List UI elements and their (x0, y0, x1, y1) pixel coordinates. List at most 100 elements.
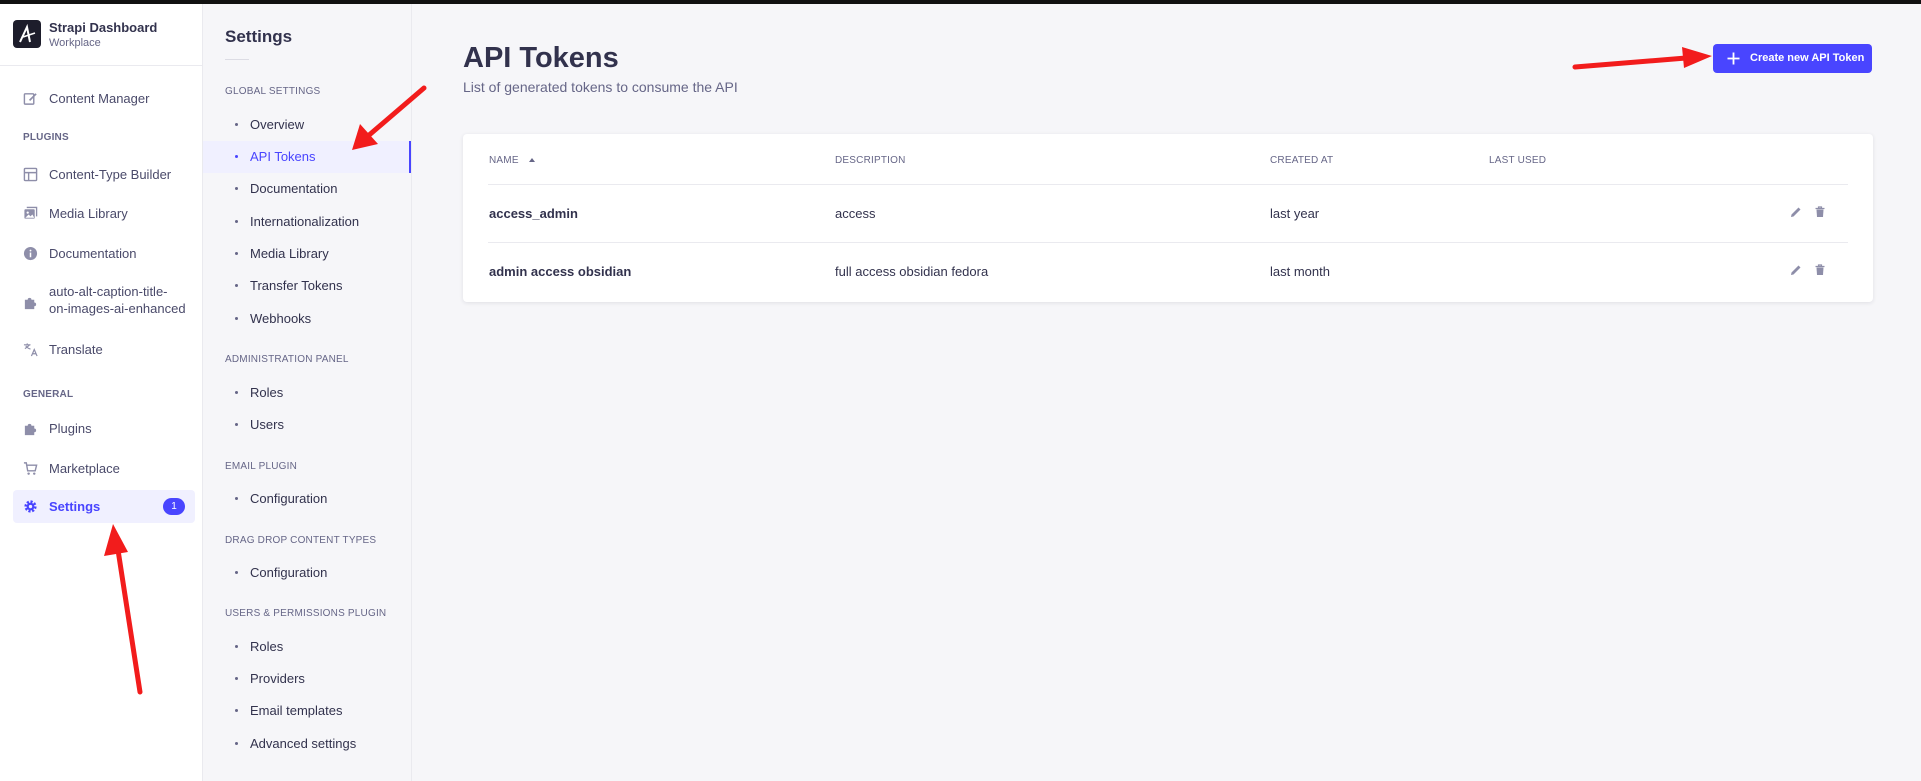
column-header-last-used[interactable]: LAST USED (1489, 155, 1546, 166)
subnav-item-email-templates[interactable]: Email templates (203, 695, 411, 727)
nav-content-manager[interactable]: Content Manager (13, 82, 195, 115)
column-header-name[interactable]: NAME (489, 155, 535, 166)
nav-marketplace[interactable]: Marketplace (13, 452, 195, 485)
subnav-label: Roles (250, 385, 284, 400)
bullet (235, 123, 238, 126)
bullet (235, 252, 238, 255)
nav-translate[interactable]: Translate (13, 333, 195, 366)
table-row[interactable]: access_admin access last year (463, 184, 1873, 242)
token-description: access (835, 206, 876, 221)
section-global-settings: GLOBAL SETTINGS (225, 86, 321, 97)
strapi-logo-icon (13, 20, 41, 48)
delete-trash-icon[interactable] (1814, 264, 1826, 276)
subnav-item-media-library[interactable]: Media Library (203, 238, 411, 270)
subnav-label: Transfer Tokens (250, 278, 343, 293)
subnav-label: Providers (250, 671, 305, 686)
api-tokens-table: NAME DESCRIPTION CREATED AT LAST USED ac… (463, 134, 1873, 302)
subnav-item-users[interactable]: Users (203, 409, 411, 441)
bullet (235, 677, 238, 680)
nav-section-plugins: PLUGINS (23, 132, 69, 143)
subnav-item-email-configuration[interactable]: Configuration (203, 483, 411, 515)
nav-settings[interactable]: Settings 1 (13, 490, 195, 523)
nav-auto-alt-caption-plugin[interactable]: auto-alt-caption-title- on-images-ai-enh… (13, 280, 195, 324)
subnav-label: Roles (250, 639, 284, 654)
settings-sub-nav: Settings GLOBAL SETTINGS Overview API To… (203, 4, 412, 781)
subnav-label: Email templates (250, 703, 343, 718)
subnav-label: Advanced settings (250, 736, 357, 751)
bullet (235, 220, 238, 223)
token-description: full access obsidian fedora (835, 264, 989, 279)
subnav-item-internationalization[interactable]: Internationalization (203, 206, 411, 238)
subnav-item-up-roles[interactable]: Roles (203, 631, 411, 663)
token-created-at: last year (1270, 206, 1320, 221)
subnav-item-transfer-tokens[interactable]: Transfer Tokens (203, 270, 411, 302)
nav-plugins[interactable]: Plugins (13, 412, 195, 445)
create-api-token-button[interactable]: Create new API Token (1713, 44, 1872, 73)
pencil-square-icon (23, 93, 37, 105)
subnav-label: Overview (250, 117, 305, 132)
puzzle-icon (24, 423, 37, 436)
table-row[interactable]: admin access obsidian full access obsidi… (463, 242, 1873, 300)
nav-divider (0, 65, 203, 66)
subnav-item-overview[interactable]: Overview (203, 109, 411, 141)
nav-label: Content Manager (49, 91, 150, 106)
bullet (235, 709, 238, 712)
bullet (235, 155, 238, 158)
nav-label: Marketplace (49, 461, 120, 476)
token-name: access_admin (489, 206, 578, 221)
brand-name: Strapi Dashboard (49, 20, 158, 35)
layout-icon (23, 167, 38, 182)
token-name: admin access obsidian (489, 264, 632, 279)
bullet (235, 423, 238, 426)
subnav-label: Media Library (250, 246, 329, 261)
subnav-item-documentation[interactable]: Documentation (203, 173, 411, 205)
nav-label-line-2: on-images-ai-enhanced (49, 301, 186, 316)
plus-icon (1727, 52, 1740, 65)
nav-section-general: GENERAL (23, 389, 74, 400)
edit-pencil-icon[interactable] (1790, 264, 1802, 276)
delete-trash-icon[interactable] (1814, 206, 1826, 218)
page-subtitle: List of generated tokens to consume the … (463, 79, 738, 95)
brand-workplace: Workplace (49, 37, 101, 49)
subnav-item-roles[interactable]: Roles (203, 377, 411, 409)
subnav-label: Webhooks (250, 311, 312, 326)
bullet (235, 284, 238, 287)
images-icon (24, 206, 38, 219)
header-label: NAME (489, 155, 519, 166)
edit-pencil-icon[interactable] (1790, 206, 1802, 218)
nav-label-line-1: auto-alt-caption-title- (49, 284, 168, 299)
subnav-item-api-tokens[interactable]: API Tokens (203, 141, 411, 173)
main-nav: Strapi Dashboard Workplace Content Manag… (0, 4, 203, 781)
subnav-label: Documentation (250, 181, 338, 196)
subnav-label: Users (250, 417, 284, 432)
bullet (235, 571, 238, 574)
section-administration-panel: ADMINISTRATION PANEL (225, 354, 349, 365)
brand[interactable]: Strapi Dashboard Workplace (13, 18, 193, 54)
nav-documentation[interactable]: Documentation (13, 237, 195, 270)
bullet (235, 187, 238, 190)
subnav-item-webhooks[interactable]: Webhooks (203, 303, 411, 335)
gear-icon (24, 500, 37, 513)
bullet (235, 391, 238, 394)
subnav-item-providers[interactable]: Providers (203, 663, 411, 695)
column-header-description: DESCRIPTION (835, 155, 906, 166)
nav-label: Content-Type Builder (49, 167, 172, 182)
section-drag-drop-content-types: DRAG DROP CONTENT TYPES (225, 535, 377, 546)
subnav-title: Settings (225, 27, 293, 46)
nav-label: Media Library (49, 206, 128, 221)
subnav-label: Configuration (250, 491, 328, 506)
nav-label: Documentation (49, 246, 137, 261)
shopping-cart-icon (23, 462, 38, 475)
nav-media-library[interactable]: Media Library (13, 197, 195, 230)
column-header-created-at[interactable]: CREATED AT (1270, 155, 1333, 166)
info-circle-icon (23, 246, 38, 261)
bullet (235, 317, 238, 320)
annotation-arrow-create-button (1572, 47, 1712, 70)
nav-content-type-builder[interactable]: Content-Type Builder (13, 158, 195, 191)
bullet (235, 645, 238, 648)
section-users-permissions-plugin: USERS & PERMISSIONS PLUGIN (225, 608, 387, 619)
subnav-item-dragdrop-configuration[interactable]: Configuration (203, 557, 411, 589)
subnav-item-advanced-settings[interactable]: Advanced settings (203, 728, 411, 760)
translate-icon (23, 343, 38, 357)
section-email-plugin: EMAIL PLUGIN (225, 461, 298, 472)
